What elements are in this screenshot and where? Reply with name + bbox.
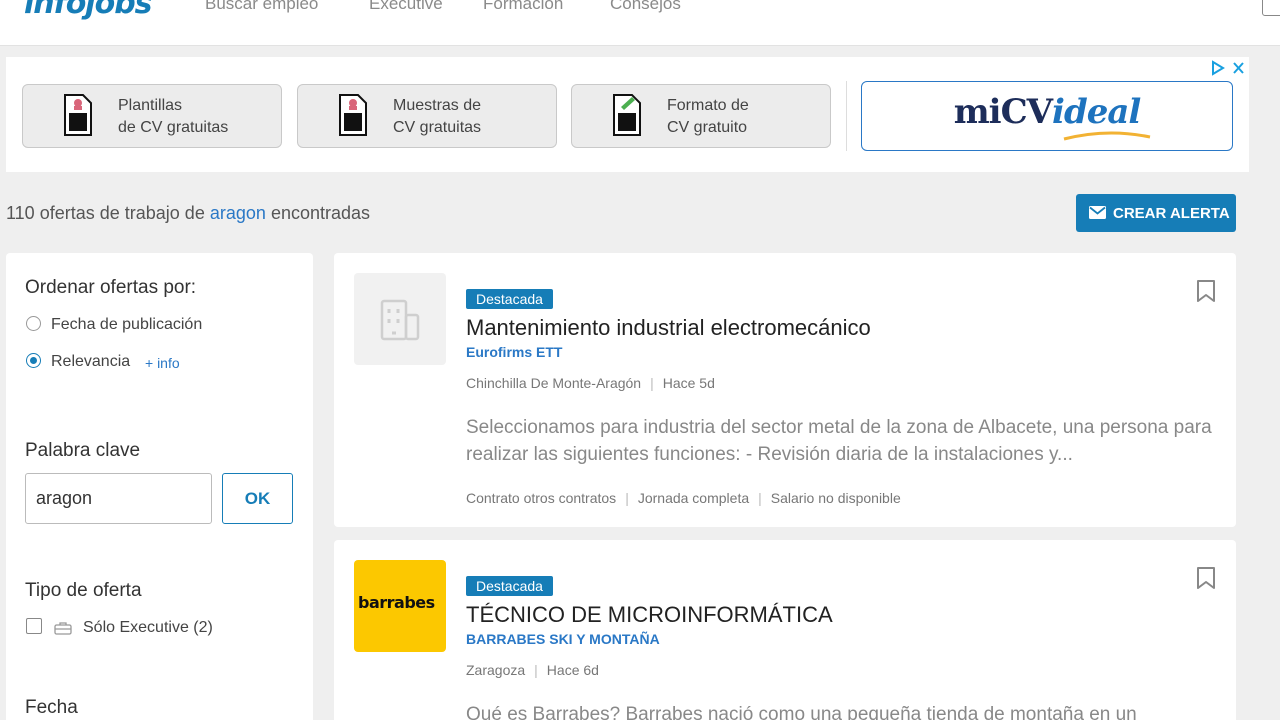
- briefcase-icon: [54, 622, 72, 635]
- offer-salary: Salario no disponible: [770, 490, 901, 506]
- nav-consejos[interactable]: Consejos: [610, 0, 681, 14]
- filters-sidebar: Ordenar ofertas por: Fecha de publicació…: [6, 253, 313, 720]
- ad-muestras-label: Muestras de CV gratuitas: [393, 97, 482, 136]
- offer-posted: Hace 6d: [546, 662, 599, 678]
- ad-formato-label: Formato de CV gratuito: [667, 97, 749, 136]
- bookmark-icon[interactable]: [1196, 566, 1216, 590]
- ad-muestras-button[interactable]: Muestras de CV gratuitas: [297, 84, 557, 148]
- sort-date-label[interactable]: Fecha de publicación: [51, 316, 202, 334]
- ad-plantillas-button[interactable]: Plantillas de CV gratuitas: [22, 84, 282, 148]
- adchoices-icon[interactable]: [1210, 60, 1246, 76]
- create-alert-label: CREAR ALERTA: [1113, 205, 1230, 222]
- ad-formato-button[interactable]: Formato de CV gratuito: [571, 84, 831, 148]
- top-nav: infojobs Buscar empleo Executive Formaci…: [0, 0, 1280, 46]
- offer-contract: Contrato otros contratos: [466, 490, 617, 506]
- ad-banner: Plantillas de CV gratuitas Muestras de C…: [6, 57, 1249, 172]
- executive-only-label[interactable]: Sólo Executive (2): [83, 619, 213, 637]
- featured-badge: Destacada: [466, 289, 553, 309]
- user-menu-button[interactable]: [1262, 0, 1280, 16]
- sort-relevance-radio[interactable]: [26, 353, 41, 368]
- sort-date-radio[interactable]: [26, 316, 41, 331]
- more-info-link[interactable]: + info: [145, 355, 180, 371]
- executive-only-checkbox[interactable]: [26, 618, 42, 634]
- offer-location: Chinchilla De Monte-Aragón: [466, 375, 642, 391]
- keyword-ok-button[interactable]: OK: [222, 473, 293, 524]
- nav-formacion[interactable]: Formación: [483, 0, 563, 14]
- offer-card[interactable]: Destacada Mantenimiento industrial elect…: [334, 253, 1236, 527]
- envelope-icon: [1089, 206, 1106, 219]
- cv-document-icon: [613, 94, 641, 136]
- infojobs-logo[interactable]: infojobs: [24, 0, 153, 21]
- micvideal-ad-logo[interactable]: miCVideal: [861, 81, 1233, 151]
- featured-badge: Destacada: [466, 576, 553, 596]
- results-keyword[interactable]: aragon: [210, 203, 266, 223]
- micvideal-brand: miCVideal: [953, 92, 1142, 132]
- offer-meta: Chinchilla De Monte-Aragón | Hace 5d: [466, 375, 715, 391]
- company-logo-placeholder: [354, 273, 446, 365]
- offer-description: Qué es Barrabes? Barrabes nació como una…: [466, 704, 1137, 720]
- nav-buscar-empleo[interactable]: Buscar empleo: [205, 0, 318, 14]
- cv-document-icon: [339, 94, 367, 136]
- offer-type-title: Tipo de oferta: [25, 580, 142, 601]
- ad-plantillas-label: Plantillas de CV gratuitas: [118, 97, 229, 136]
- offer-title[interactable]: Mantenimiento industrial electromecánico: [466, 315, 871, 341]
- offer-meta: Zaragoza | Hace 6d: [466, 662, 599, 678]
- create-alert-button[interactable]: CREAR ALERTA: [1076, 194, 1236, 232]
- offer-company[interactable]: BARRABES SKI Y MONTAÑA: [466, 631, 660, 647]
- offer-card[interactable]: barrabes Destacada TÉCNICO DE MICROINFOR…: [334, 540, 1236, 720]
- keyword-title: Palabra clave: [25, 440, 141, 461]
- offer-schedule: Jornada completa: [637, 490, 750, 506]
- offer-description: Seleccionamos para industria del sector …: [466, 417, 1212, 465]
- ad-divider: [846, 81, 847, 151]
- barrabes-logo: barrabes: [354, 560, 446, 652]
- cv-document-icon: [64, 94, 92, 136]
- sort-relevance-label[interactable]: Relevancia: [51, 353, 130, 371]
- offer-tags: Contrato otros contratos | Jornada complet…: [466, 490, 901, 506]
- offer-title[interactable]: TÉCNICO DE MICROINFORMÁTICA: [466, 602, 833, 628]
- bookmark-icon[interactable]: [1196, 279, 1216, 303]
- date-title: Fecha: [25, 697, 78, 718]
- swoosh-icon: [1063, 131, 1151, 141]
- offer-company[interactable]: Eurofirms ETT: [466, 344, 562, 360]
- offer-location: Zaragoza: [466, 662, 526, 678]
- keyword-input[interactable]: [25, 473, 212, 524]
- offer-posted: Hace 5d: [662, 375, 715, 391]
- building-icon: [380, 299, 420, 341]
- nav-executive[interactable]: Executive: [369, 0, 443, 14]
- results-count: 110 ofertas de trabajo de aragon encontr…: [6, 203, 371, 223]
- sort-title: Ordenar ofertas por:: [25, 277, 197, 298]
